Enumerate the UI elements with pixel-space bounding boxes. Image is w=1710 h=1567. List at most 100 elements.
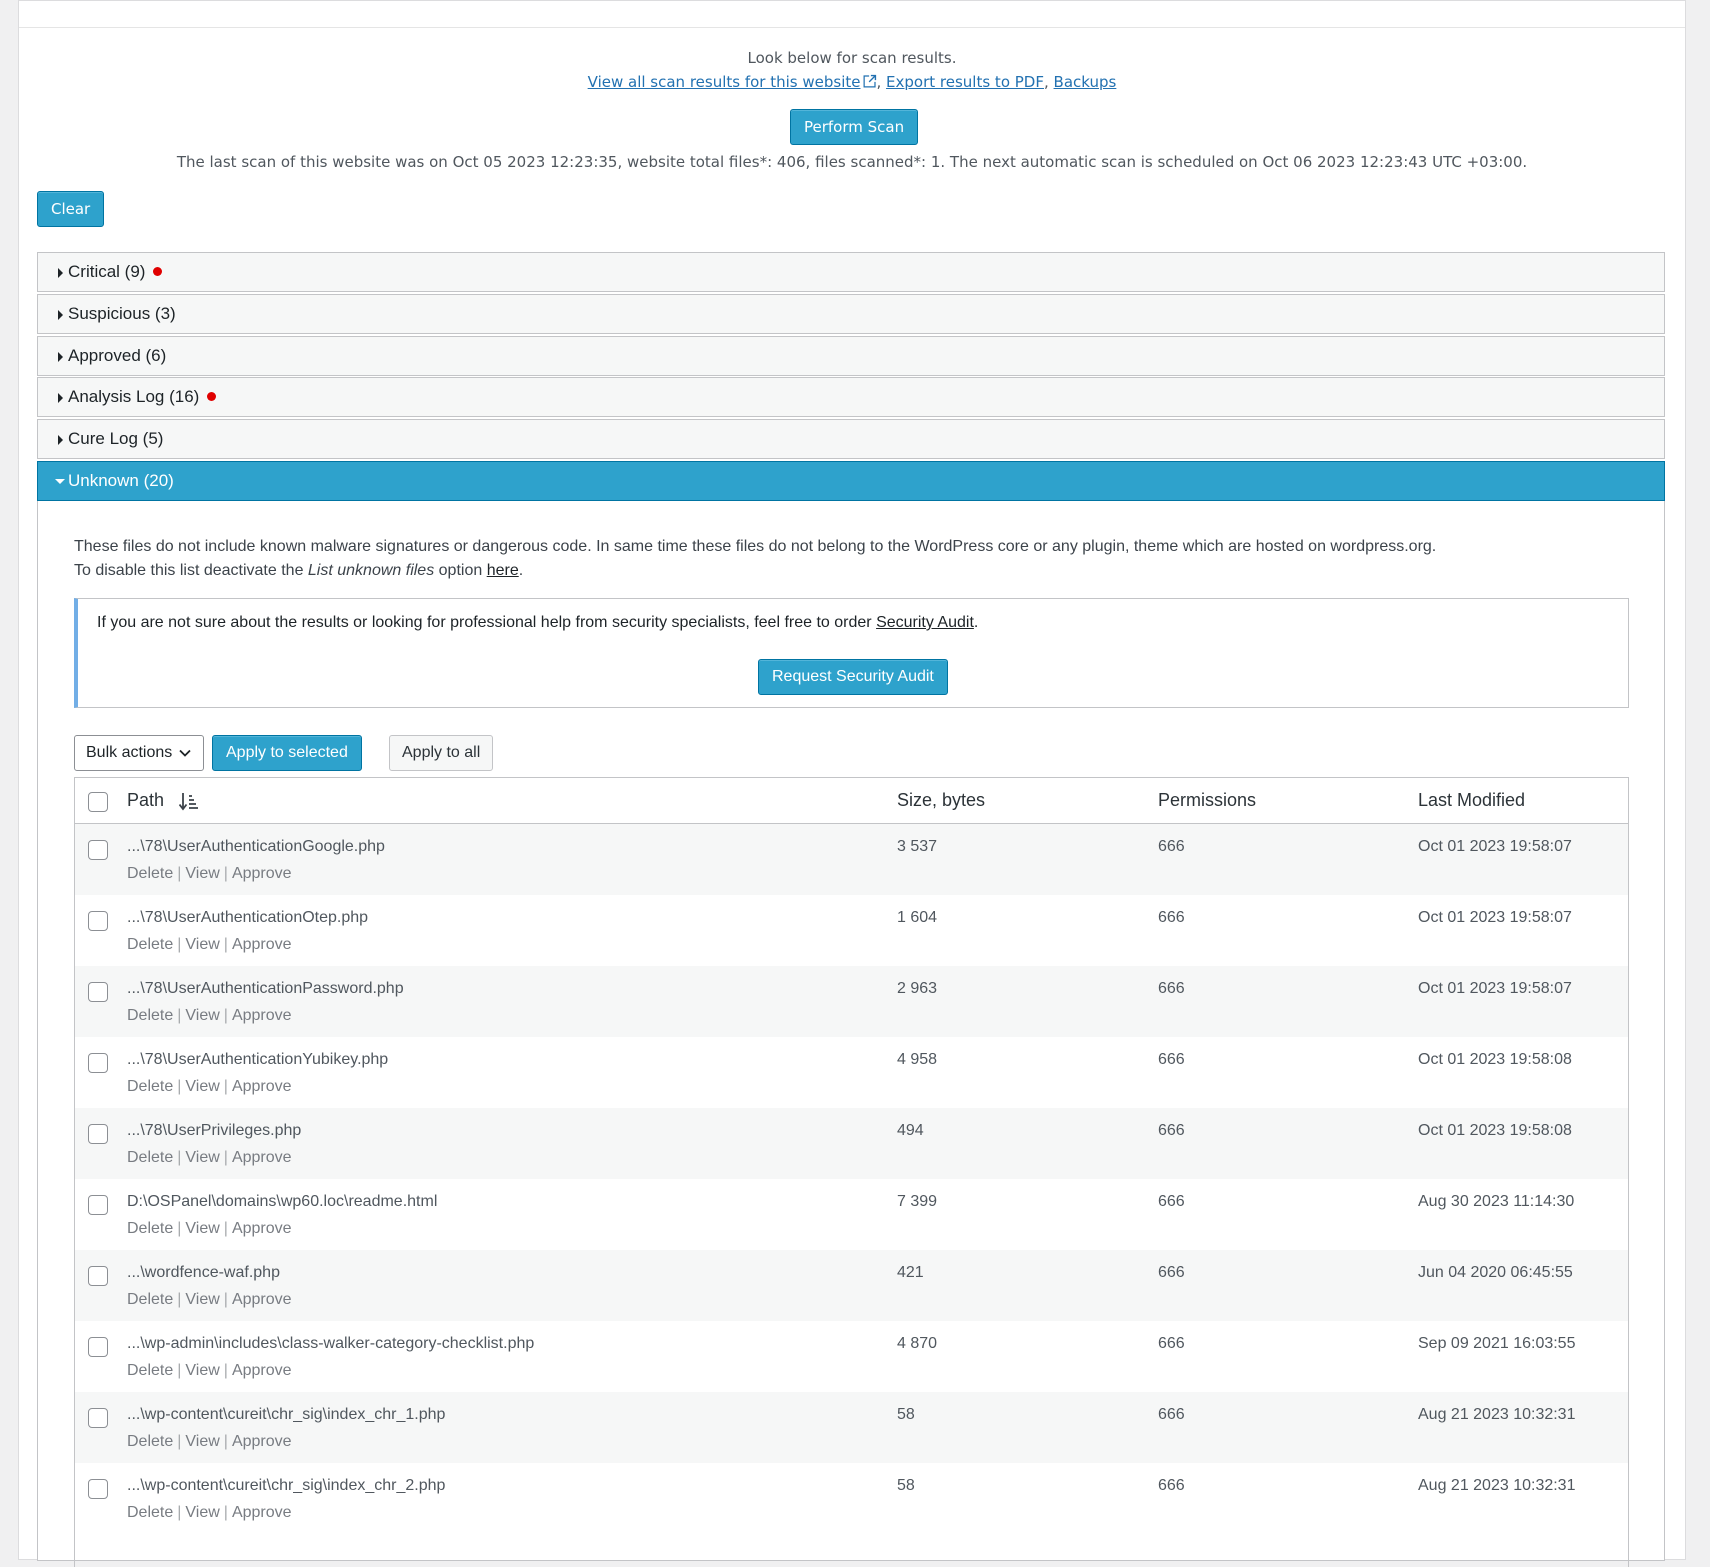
accordion-critical[interactable]: Critical (9) bbox=[37, 252, 1665, 292]
file-path: ...\wordfence-waf.php bbox=[127, 1264, 280, 1281]
delete-link[interactable]: Delete bbox=[127, 1291, 173, 1308]
table-row: ...\78\UserAuthenticationYubikey.php Del… bbox=[75, 1037, 1628, 1108]
delete-link[interactable]: Delete bbox=[127, 1433, 173, 1450]
delete-link[interactable]: Delete bbox=[127, 1078, 173, 1095]
view-link[interactable]: View bbox=[185, 1291, 219, 1308]
approve-link[interactable]: Approve bbox=[232, 1149, 292, 1166]
file-permissions: 666 bbox=[1158, 1051, 1185, 1068]
last-scan-info: The last scan of this website was on Oct… bbox=[176, 153, 1528, 171]
row-checkbox[interactable] bbox=[88, 911, 108, 931]
file-last-modified: Oct 01 2023 19:58:08 bbox=[1418, 1122, 1572, 1139]
view-link[interactable]: View bbox=[185, 1504, 219, 1521]
table-row: ...\78\UserPrivileges.php Delete | View | Ap… bbox=[75, 1108, 1628, 1179]
file-permissions: 666 bbox=[1158, 980, 1185, 997]
file-size: 421 bbox=[897, 1264, 924, 1281]
approve-link[interactable]: Approve bbox=[232, 1504, 292, 1521]
delete-link[interactable]: Delete bbox=[127, 1220, 173, 1237]
column-last-modified[interactable]: Last Modified bbox=[1418, 790, 1525, 811]
apply-to-selected-button[interactable]: Apply to selected bbox=[212, 735, 362, 771]
view-link[interactable]: View bbox=[185, 1220, 219, 1237]
delete-link[interactable]: Delete bbox=[127, 865, 173, 882]
divider bbox=[19, 27, 1685, 28]
row-checkbox[interactable] bbox=[88, 1408, 108, 1428]
row-checkbox[interactable] bbox=[88, 1479, 108, 1499]
row-actions: Delete | View | Approve bbox=[127, 1504, 292, 1521]
view-link[interactable]: View bbox=[185, 936, 219, 953]
file-path: ...\78\UserAuthenticationOtep.php bbox=[127, 909, 369, 926]
apply-to-all-button[interactable]: Apply to all bbox=[389, 735, 494, 771]
sort-icon[interactable] bbox=[179, 792, 201, 812]
row-actions: Delete | View | Approve bbox=[127, 1291, 292, 1308]
accordion-cure-log[interactable]: Cure Log (5) bbox=[37, 419, 1665, 459]
backups-link[interactable]: Backups bbox=[1054, 73, 1117, 91]
view-link[interactable]: View bbox=[185, 865, 219, 882]
alert-dot-icon bbox=[207, 392, 217, 401]
file-permissions: 666 bbox=[1158, 1122, 1185, 1139]
caret-right-icon bbox=[58, 310, 63, 320]
view-all-results-link[interactable]: View all scan results for this website bbox=[588, 73, 861, 91]
settings-here-link[interactable]: here bbox=[487, 562, 519, 579]
accordion-suspicious[interactable]: Suspicious (3) bbox=[37, 294, 1665, 334]
file-last-modified: Aug 21 2023 10:32:31 bbox=[1418, 1406, 1576, 1423]
accordion-analysis-log[interactable]: Analysis Log (16) bbox=[37, 377, 1665, 417]
accordion-label: Unknown (20) bbox=[68, 471, 174, 490]
bulk-actions-select[interactable]: Bulk actions bbox=[74, 735, 204, 771]
caret-right-icon bbox=[58, 352, 63, 362]
view-link[interactable]: View bbox=[185, 1078, 219, 1095]
unknown-description: These files do not include known malware… bbox=[74, 538, 1437, 579]
delete-link[interactable]: Delete bbox=[127, 1007, 173, 1024]
approve-link[interactable]: Approve bbox=[232, 1220, 292, 1237]
row-checkbox[interactable] bbox=[88, 982, 108, 1002]
view-link[interactable]: View bbox=[185, 1433, 219, 1450]
approve-link[interactable]: Approve bbox=[232, 1291, 292, 1308]
approve-link[interactable]: Approve bbox=[232, 865, 292, 882]
approve-link[interactable]: Approve bbox=[232, 936, 292, 953]
chevron-down-icon bbox=[179, 749, 191, 757]
select-all-checkbox[interactable] bbox=[88, 792, 108, 812]
table-row: ...\78\UserAuthenticationOtep.php Delete… bbox=[75, 895, 1628, 966]
scan-links: View all scan results for this website, … bbox=[587, 73, 1117, 91]
row-checkbox[interactable] bbox=[88, 1195, 108, 1215]
security-audit-notice: If you are not sure about the results or… bbox=[74, 598, 1629, 708]
column-permissions[interactable]: Permissions bbox=[1158, 790, 1256, 811]
row-checkbox[interactable] bbox=[88, 1053, 108, 1073]
clear-button[interactable]: Clear bbox=[37, 191, 105, 227]
row-checkbox[interactable] bbox=[88, 840, 108, 860]
delete-link[interactable]: Delete bbox=[127, 936, 173, 953]
export-pdf-link[interactable]: Export results to PDF bbox=[886, 73, 1044, 91]
approve-link[interactable]: Approve bbox=[232, 1362, 292, 1379]
accordion-label: Analysis Log (16) bbox=[68, 387, 200, 406]
file-last-modified: Oct 01 2023 19:58:07 bbox=[1418, 838, 1572, 855]
approve-link[interactable]: Approve bbox=[232, 1007, 292, 1024]
file-permissions: 666 bbox=[1158, 1335, 1185, 1352]
row-checkbox[interactable] bbox=[88, 1124, 108, 1144]
column-size[interactable]: Size, bytes bbox=[897, 790, 985, 811]
view-link[interactable]: View bbox=[185, 1007, 219, 1024]
accordion-approved[interactable]: Approved (6) bbox=[37, 336, 1665, 376]
row-actions: Delete | View | Approve bbox=[127, 1220, 292, 1237]
view-link[interactable]: View bbox=[185, 1362, 219, 1379]
table-row: ...\wp-admin\includes\class-walker-categ… bbox=[75, 1321, 1628, 1392]
file-size: 2 963 bbox=[897, 980, 938, 997]
external-link-icon[interactable] bbox=[863, 74, 877, 88]
delete-link[interactable]: Delete bbox=[127, 1149, 173, 1166]
row-checkbox[interactable] bbox=[88, 1266, 108, 1286]
alert-dot-icon bbox=[153, 267, 163, 276]
column-path[interactable]: Path bbox=[127, 790, 164, 811]
delete-link[interactable]: Delete bbox=[127, 1362, 173, 1379]
file-path: ...\78\UserAuthenticationPassword.php bbox=[127, 980, 404, 997]
scan-results-panel: Look below for scan results. View all sc… bbox=[18, 0, 1686, 1567]
request-security-audit-button[interactable]: Request Security Audit bbox=[758, 659, 948, 695]
approve-link[interactable]: Approve bbox=[232, 1433, 292, 1450]
perform-scan-button[interactable]: Perform Scan bbox=[790, 109, 919, 145]
row-checkbox[interactable] bbox=[88, 1337, 108, 1357]
file-path: ...\wp-admin\includes\class-walker-categ… bbox=[127, 1335, 535, 1352]
accordion-unknown[interactable]: Unknown (20) bbox=[37, 461, 1665, 501]
file-path: ...\78\UserAuthenticationYubikey.php bbox=[127, 1051, 389, 1068]
row-actions: Delete | View | Approve bbox=[127, 1362, 292, 1379]
approve-link[interactable]: Approve bbox=[232, 1078, 292, 1095]
table-header: Path Size, bytes Permissions Last Modifi… bbox=[75, 778, 1628, 824]
view-link[interactable]: View bbox=[185, 1149, 219, 1166]
delete-link[interactable]: Delete bbox=[127, 1504, 173, 1521]
security-audit-link[interactable]: Security Audit bbox=[876, 614, 974, 631]
